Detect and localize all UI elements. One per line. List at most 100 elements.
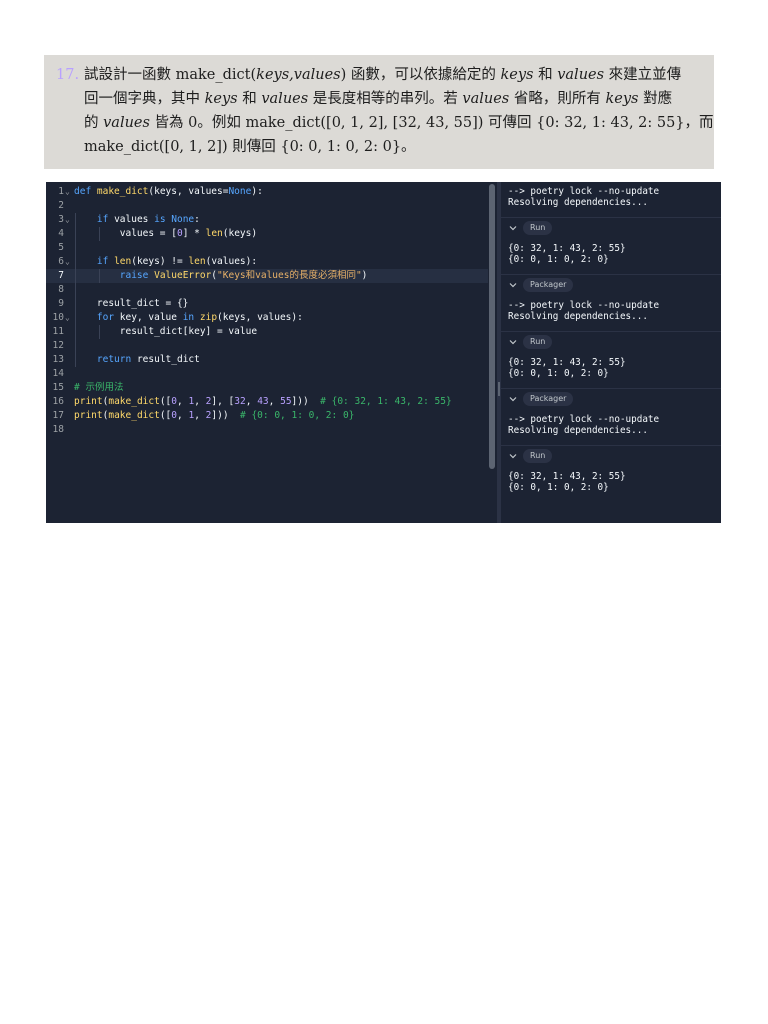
fold-chevron-icon[interactable]: ⌄ [65,311,70,325]
code-line[interactable]: 14 [46,367,488,381]
code-line[interactable]: 6 ⌄ if len(keys) != len(values): [46,255,488,269]
line-number: 1 [58,186,64,197]
code-token: (keys, values): [217,312,303,323]
code-line[interactable]: 11 result_dict[key] = value [46,325,488,339]
code-line[interactable]: 8 [46,283,488,297]
line-number: 8 [58,284,64,295]
code-token: None [228,186,252,197]
code-token: ValueError [154,270,212,281]
code-text: result_dict[key] = value [74,325,257,339]
code-text: # 示例用法 [74,381,123,395]
fold-chevron-icon[interactable]: ⌄ [65,185,70,199]
console-section-packager-badge[interactable]: Packager [523,278,574,292]
code-text: print(make_dict([0, 1, 2])) # {0: 0, 1: … [74,409,354,423]
code-line[interactable]: 9 result_dict = {} [46,297,488,311]
console-line: {0: 32, 1: 43, 2: 55} [508,243,626,254]
code-token: make_dict [108,396,160,407]
code-line[interactable]: 18 [46,423,488,437]
code-line[interactable]: 7 raise ValueError("Keys和values的長度必須相同") [46,269,488,283]
console-line: Resolving dependencies... [508,311,648,322]
code-token: , [268,396,281,407]
code-token: def [74,186,97,197]
console-section-run-badge[interactable]: Run [523,335,553,349]
code-token: ) [361,270,368,281]
line-number: 5 [58,242,64,253]
line-number: 3 [58,214,64,225]
code-token: for [96,312,120,323]
question-text: 省略，則所有 [509,91,606,107]
question-var: values [103,115,150,131]
console-line: {0: 0, 1: 0, 2: 0} [508,368,609,379]
code-line[interactable]: 2 [46,199,488,213]
code-text: print(make_dict([0, 1, 2], [32, 43, 55])… [74,395,452,409]
console-line: {0: 32, 1: 43, 2: 55} [508,471,626,482]
code-token: values = [ [119,228,177,239]
console-section-packager-badge[interactable]: Packager [523,392,574,406]
code-token: 43 [257,396,269,407]
fold-chevron-icon[interactable]: ⌄ [65,255,70,269]
line-number: 17 [52,410,64,421]
code-line[interactable]: 17 print(make_dict([0, 1, 2])) # {0: 0, 1… [46,409,488,423]
code-token: 55 [280,396,292,407]
question-var: keys,values [256,67,341,83]
code-token: zip [199,312,218,323]
code-token: print [74,410,103,421]
code-line[interactable]: 16 print(make_dict([0, 1, 2], [32, 43, 55… [46,395,488,409]
line-number: 13 [52,354,64,365]
line-number: 9 [58,298,64,309]
console-section-run-badge[interactable]: Run [523,449,553,463]
line-number: 4 [58,228,64,239]
code-token: return [96,354,137,365]
line-number: 12 [52,340,64,351]
code-token: : [194,214,200,225]
code-line[interactable]: 5 [46,241,488,255]
console-line: --> poetry lock --no-update [508,414,660,425]
code-line[interactable]: 1 ⌄ def make_dict(keys, values=None): [46,185,488,199]
code-token: make_dict [96,186,149,197]
line-number: 15 [52,382,64,393]
editor-scrollbar[interactable] [489,184,495,469]
code-token: (keys, values= [148,186,229,197]
line-number: 6 [58,256,64,267]
code-token: print [74,396,103,407]
console-section-run-badge[interactable]: Run [523,221,553,235]
console-line: {0: 32, 1: 43, 2: 55} [508,357,626,368]
question-var: keys [204,91,238,107]
code-line[interactable]: 12 [46,339,488,353]
question-text: make_dict([0, 1, 2]) 則傳回 {0: 0, 1: 0, 2:… [84,139,416,155]
code-token: in [182,312,200,323]
question-var: values [557,67,605,83]
console-line: Resolving dependencies... [508,425,648,436]
chevron-down-icon[interactable] [509,452,517,460]
console-line: {0: 0, 1: 0, 2: 0} [508,254,609,265]
code-token: result_dict[key] = value [119,326,258,337]
code-text: if len(keys) != len(values): [74,255,257,269]
code-line[interactable]: 10 ⌄ for key, value in zip(keys, values): [46,311,488,325]
code-text: result_dict = {} [74,297,189,311]
console-line: --> poetry lock --no-update [508,300,660,311]
question-line: 回一個字典，其中 keys 和 values 是長度相等的串列。若 values… [56,87,704,111]
question-text: 的 [84,115,104,131]
divider-handle[interactable] [498,382,500,396]
question-var: keys [605,91,639,107]
code-token: , [177,396,189,407]
code-line[interactable]: 4 values = [0] * len(keys) [46,227,488,241]
chevron-down-icon[interactable] [509,224,517,232]
code-token: len [114,256,132,267]
chevron-down-icon[interactable] [509,338,517,346]
code-text: return result_dict [74,353,200,367]
console-separator [501,445,721,446]
question-text: 試設計一函數 make_dict( [84,67,257,83]
code-line[interactable]: 15 # 示例用法 [46,381,488,395]
code-token: , [194,410,206,421]
question-line: make_dict([0, 1, 2]) 則傳回 {0: 0, 1: 0, 2:… [56,135,704,159]
code-token: , [194,396,206,407]
code-line[interactable]: 3 ⌄ if values is None: [46,213,488,227]
code-editor[interactable]: 1 ⌄ def make_dict(keys, values=None): 2 3 ⌄ i… [46,182,497,523]
chevron-down-icon[interactable] [509,395,517,403]
chevron-down-icon[interactable] [509,281,517,289]
question-text: 和 [533,67,558,83]
code-line[interactable]: 13 return result_dict [46,353,488,367]
fold-chevron-icon[interactable]: ⌄ [65,213,70,227]
